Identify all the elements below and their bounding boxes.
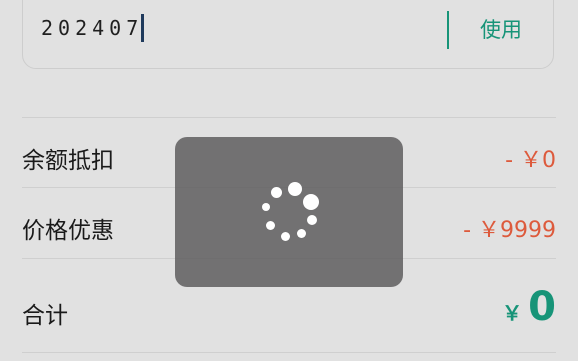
- balance-deduction-value: - ￥0: [505, 148, 556, 173]
- use-coupon-button[interactable]: 使用: [471, 11, 531, 49]
- total-amount: 0: [528, 284, 556, 330]
- spinner-dot: [271, 187, 282, 198]
- total-label: 合计: [22, 303, 68, 329]
- price-discount-value: - ￥9999: [463, 218, 556, 243]
- spinner-dot: [297, 229, 306, 238]
- payment-summary-screen: 202407 使用 余额抵扣 - ￥0 价格优惠 - ￥9999 合计 ￥ 0: [0, 0, 578, 361]
- divider: [22, 352, 556, 353]
- spinner-dot: [303, 194, 319, 210]
- price-discount-label: 价格优惠: [22, 218, 114, 244]
- spinner-dot: [307, 215, 317, 225]
- coupon-code-input[interactable]: 202407: [41, 13, 145, 43]
- coupon-card: 202407 使用: [22, 0, 554, 69]
- total-value: ￥ 0: [502, 284, 556, 330]
- loading-overlay: [175, 137, 403, 287]
- total-currency: ￥: [502, 301, 523, 325]
- spinner-dot: [262, 203, 270, 211]
- loading-spinner-icon: [255, 177, 327, 249]
- spinner-dot: [288, 182, 302, 196]
- spinner-dot: [281, 232, 290, 241]
- balance-deduction-label: 余额抵扣: [22, 148, 114, 174]
- coupon-divider: [447, 11, 449, 49]
- coupon-code-value: 202407: [41, 16, 144, 40]
- spinner-dot: [266, 221, 275, 230]
- text-cursor: [141, 14, 145, 42]
